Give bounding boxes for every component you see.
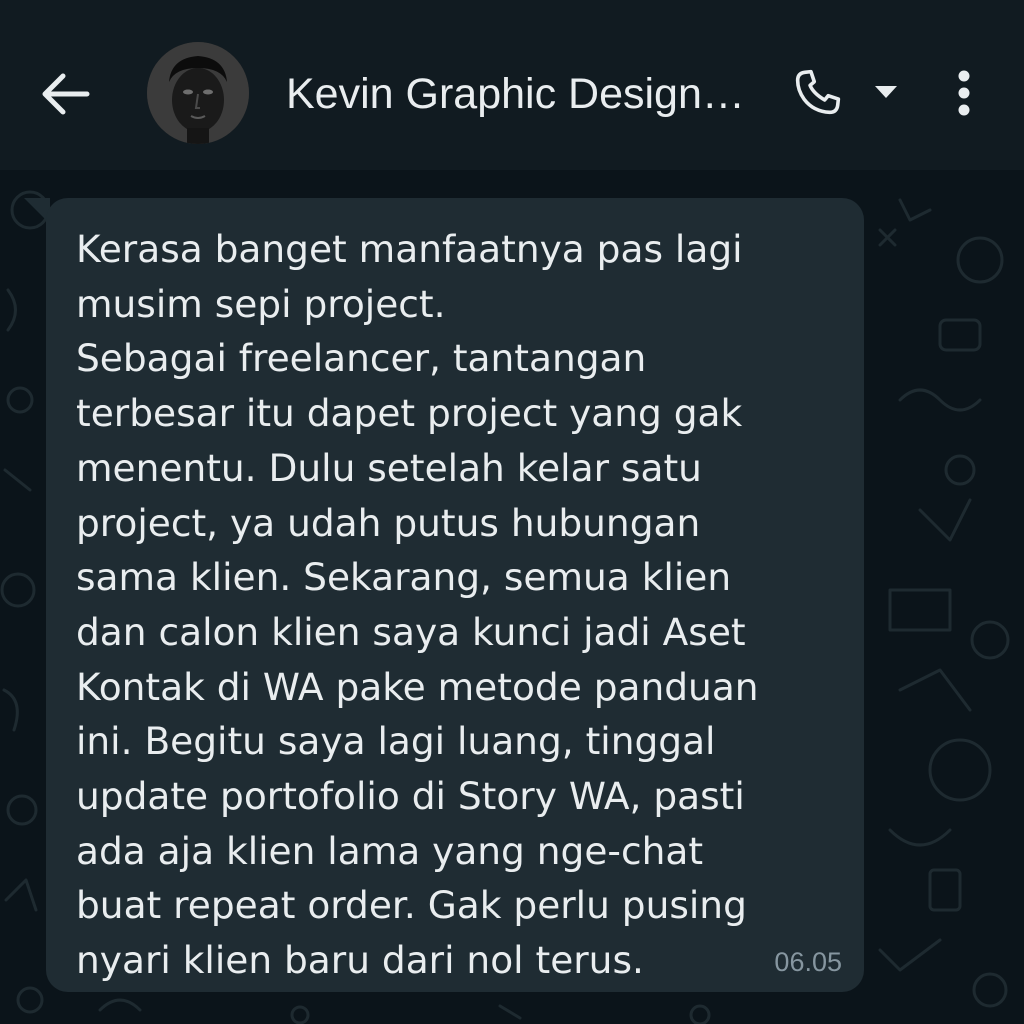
arrow-back-icon xyxy=(42,73,90,115)
chat-header: Kevin Graphic Design… xyxy=(0,0,1024,170)
message-text: Kerasa banget manfaatnya pas lagi musim … xyxy=(76,227,759,983)
chat-screen: Kevin Graphic Design… Kerasa banget manf… xyxy=(0,0,1024,1024)
phone-icon xyxy=(795,69,841,115)
avatar-photo xyxy=(147,42,249,144)
avatar[interactable] xyxy=(147,42,249,144)
call-options-dropdown[interactable] xyxy=(866,72,906,112)
more-options-button[interactable] xyxy=(940,62,988,124)
message-bubble[interactable]: Kerasa banget manfaatnya pas lagi musim … xyxy=(46,198,864,992)
message-timestamp: 06.05 xyxy=(774,947,842,977)
back-button[interactable] xyxy=(38,66,94,122)
voice-call-button[interactable] xyxy=(786,62,848,124)
chat-messages-area[interactable]: Kerasa banget manfaatnya pas lagi musim … xyxy=(0,170,1024,1024)
contact-name[interactable]: Kevin Graphic Design… xyxy=(286,64,776,124)
caret-down-icon xyxy=(875,86,897,98)
more-vertical-icon xyxy=(958,70,970,116)
